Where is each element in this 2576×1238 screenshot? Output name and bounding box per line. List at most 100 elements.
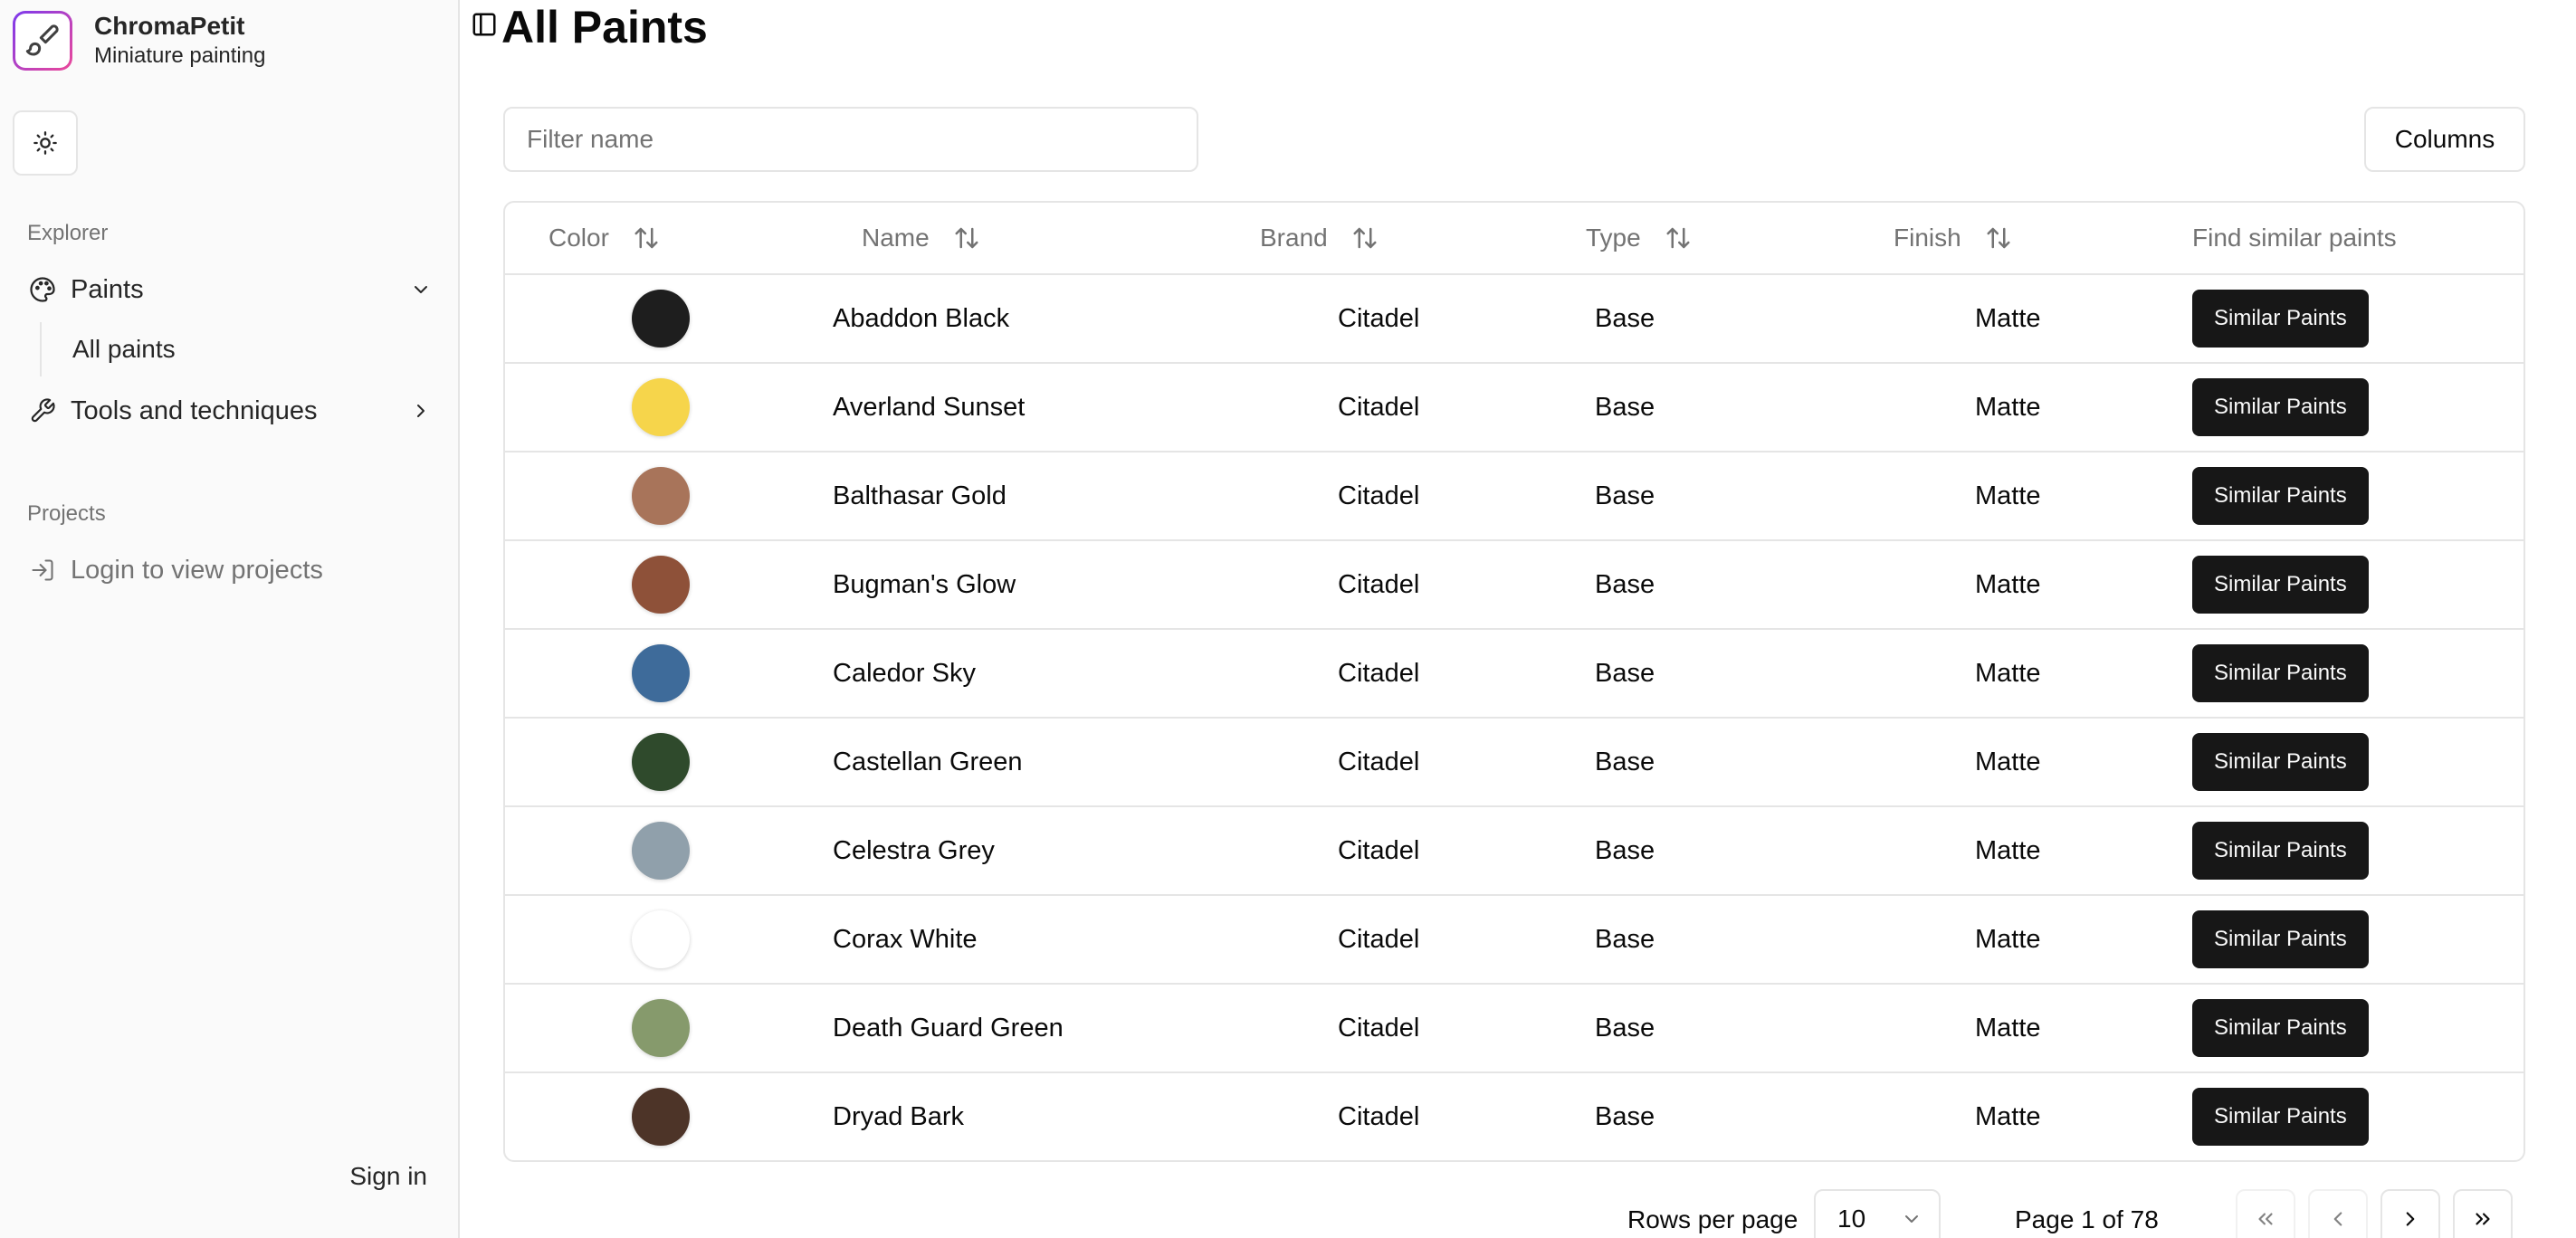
paint-name: Balthasar Gold [833, 481, 1007, 510]
column-header-name[interactable]: Name [862, 203, 980, 273]
chevrons-left-icon [2258, 1213, 2273, 1225]
page-indicator: Page 1 of 78 [2015, 1205, 2159, 1233]
brand[interactable]: ChromaPetit Miniature painting [13, 11, 265, 71]
chevron-right-icon [2406, 1212, 2415, 1226]
paint-name: Corax White [833, 924, 978, 954]
paintbrush-icon [25, 24, 59, 56]
paint-type: Base [1595, 481, 1655, 510]
column-header-finish[interactable]: Finish [1894, 203, 2012, 273]
paint-brand: Citadel [1338, 835, 1420, 865]
similar-paints-button[interactable]: Similar Paints [2192, 999, 2369, 1057]
paint-name: Caledor Sky [833, 658, 976, 688]
arrow-up-down-icon [1351, 224, 1379, 252]
table-row: Celestra Grey Citadel Base Matte Similar… [505, 807, 2524, 896]
first-page-button[interactable] [2236, 1189, 2295, 1238]
table-row: Balthasar Gold Citadel Base Matte Simila… [505, 452, 2524, 541]
column-header-label: Find similar paints [2192, 224, 2397, 252]
similar-paints-button[interactable]: Similar Paints [2192, 290, 2369, 348]
palette-icon [27, 274, 58, 305]
paint-finish: Matte [1975, 1101, 2041, 1131]
paint-finish: Matte [1975, 924, 2041, 954]
color-swatch [632, 467, 690, 525]
sidebar-item-label: Tools and techniques [71, 395, 318, 425]
paint-brand: Citadel [1338, 1101, 1420, 1131]
color-swatch [632, 644, 690, 702]
sidebar-item-tools[interactable]: Tools and techniques [27, 389, 434, 433]
paint-finish: Matte [1975, 658, 2041, 688]
explorer-group-label: Explorer [27, 221, 109, 245]
table-row: Averland Sunset Citadel Base Matte Simil… [505, 364, 2524, 452]
column-header-color[interactable]: Color [549, 203, 660, 273]
arrow-up-down-icon [633, 224, 660, 252]
color-swatch [632, 733, 690, 791]
paint-brand: Citadel [1338, 303, 1420, 333]
previous-page-button[interactable] [2308, 1189, 2368, 1238]
paint-type: Base [1595, 924, 1655, 954]
sidebar-item-all-paints[interactable]: All paints [40, 322, 176, 376]
rows-per-page-label: Rows per page [1627, 1205, 1798, 1233]
paint-type: Base [1595, 392, 1655, 422]
similar-paints-button[interactable]: Similar Paints [2192, 822, 2369, 880]
table-row: Bugman's Glow Citadel Base Matte Similar… [505, 541, 2524, 630]
arrow-up-down-icon [953, 224, 980, 252]
sidebar-toggle-button[interactable] [469, 9, 500, 40]
paint-type: Base [1595, 658, 1655, 688]
main-content: All Paints Columns Color Name Brand [462, 0, 2576, 1238]
paint-brand: Citadel [1338, 747, 1420, 776]
paint-name: Death Guard Green [833, 1013, 1064, 1043]
columns-button[interactable]: Columns [2364, 107, 2525, 172]
similar-paints-button[interactable]: Similar Paints [2192, 556, 2369, 614]
color-swatch [632, 290, 690, 348]
paint-finish: Matte [1975, 303, 2041, 333]
paint-name: Dryad Bark [833, 1101, 965, 1131]
similar-paints-button[interactable]: Similar Paints [2192, 644, 2369, 702]
rows-per-page-select[interactable]: 10 [1814, 1189, 1941, 1238]
paint-brand: Citadel [1338, 569, 1420, 599]
paint-name: Castellan Green [833, 747, 1023, 776]
color-swatch [632, 556, 690, 614]
paint-finish: Matte [1975, 569, 2041, 599]
table-row: Corax White Citadel Base Matte Similar P… [505, 896, 2524, 985]
column-header-brand[interactable]: Brand [1260, 203, 1379, 273]
table-row: Dryad Bark Citadel Base Matte Similar Pa… [505, 1073, 2524, 1160]
sidebar-item-label: All paints [72, 335, 176, 363]
sidebar-item-login[interactable]: Login to view projects [27, 548, 434, 592]
color-swatch [632, 1088, 690, 1146]
projects-group-label: Projects [27, 501, 106, 526]
table-header: Color Name Brand Type Finish Find simila… [505, 203, 2524, 275]
sun-icon [33, 131, 57, 155]
paint-finish: Matte [1975, 1013, 2041, 1043]
sidebar-item-paints[interactable]: Paints [27, 268, 434, 311]
column-header-type[interactable]: Type [1586, 203, 1692, 273]
sign-in-link[interactable]: Sign in [349, 1162, 427, 1191]
similar-paints-button[interactable]: Similar Paints [2192, 467, 2369, 525]
paint-type: Base [1595, 1013, 1655, 1043]
column-header-label: Brand [1260, 224, 1328, 252]
log-in-icon [27, 555, 58, 586]
next-page-button[interactable] [2380, 1189, 2440, 1238]
filter-name-input[interactable] [503, 107, 1198, 172]
app-logo [13, 11, 72, 71]
column-header-label: Color [549, 224, 609, 252]
last-page-button[interactable] [2453, 1189, 2513, 1238]
similar-paints-button[interactable]: Similar Paints [2192, 1088, 2369, 1146]
similar-paints-button[interactable]: Similar Paints [2192, 378, 2369, 436]
sidebar-item-label: Paints [71, 274, 144, 304]
wrench-icon [27, 395, 58, 426]
paint-name: Averland Sunset [833, 392, 1026, 422]
table-row: Death Guard Green Citadel Base Matte Sim… [505, 985, 2524, 1073]
column-header-label: Finish [1894, 224, 1961, 252]
sidebar-item-label: Login to view projects [71, 555, 323, 585]
paint-brand: Citadel [1338, 924, 1420, 954]
chevron-down-icon [407, 276, 434, 303]
color-swatch [632, 999, 690, 1057]
similar-paints-button[interactable]: Similar Paints [2192, 733, 2369, 791]
paint-finish: Matte [1975, 747, 2041, 776]
table-body: Abaddon Black Citadel Base Matte Similar… [505, 275, 2524, 1160]
chevron-left-icon [2333, 1212, 2342, 1226]
chevron-right-icon [407, 397, 434, 424]
theme-toggle-button[interactable] [13, 110, 78, 176]
similar-paints-button[interactable]: Similar Paints [2192, 910, 2369, 968]
table-row: Castellan Green Citadel Base Matte Simil… [505, 719, 2524, 807]
paint-brand: Citadel [1338, 481, 1420, 510]
